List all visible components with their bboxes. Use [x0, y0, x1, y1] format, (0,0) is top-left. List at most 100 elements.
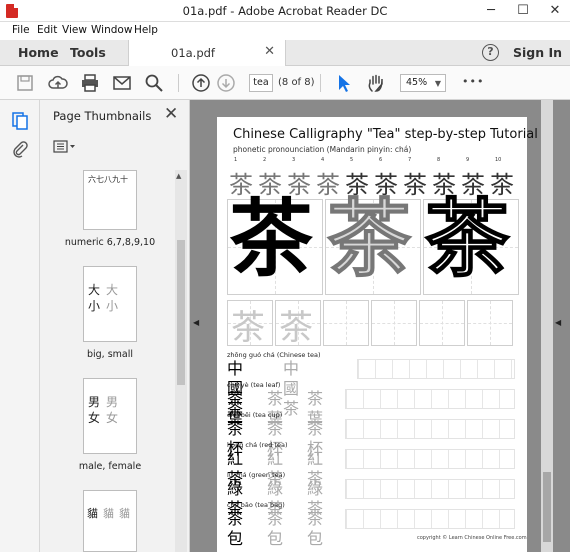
- tab-document[interactable]: 01a.pdf ✕: [128, 40, 286, 66]
- zoom-value: 45%: [406, 77, 428, 88]
- stroke-number: 4: [321, 157, 325, 163]
- page-count: (8 of 8): [278, 77, 315, 88]
- thumbnail-char: 小: [88, 299, 101, 313]
- pdf-subtitle: phonetic pronounciation (Mandarin pinyin…: [233, 145, 412, 154]
- stroke-number: 2: [263, 157, 267, 163]
- sign-in-button[interactable]: Sign In: [513, 45, 562, 60]
- scrollbar-thumb[interactable]: [177, 240, 185, 385]
- search-icon[interactable]: [144, 73, 164, 93]
- vocab-pinyin: chá yè (tea leaf): [227, 381, 281, 389]
- hand-tool-icon[interactable]: [366, 73, 386, 93]
- document-tab-label: 01a.pdf: [171, 46, 215, 60]
- practice-row: [345, 389, 515, 409]
- copyright-text: copyright © Learn Chinese Online Free.co…: [417, 535, 527, 541]
- vocab-word-trace: 中國茶: [283, 359, 300, 418]
- practice-row: [345, 419, 515, 439]
- tab-tools[interactable]: Tools: [70, 45, 106, 60]
- thumbnail-label: numeric 6,7,8,9,10: [64, 237, 156, 248]
- stroke-number: 1: [234, 157, 238, 163]
- practice-row: [345, 479, 515, 499]
- previous-page-icon[interactable]: [191, 73, 211, 93]
- print-icon[interactable]: [80, 73, 100, 93]
- document-scrollbar[interactable]: [541, 100, 553, 552]
- stroke-number: 5: [350, 157, 354, 163]
- next-page-icon[interactable]: [216, 73, 236, 93]
- thumbnail-char: 貓: [87, 507, 98, 520]
- thumbnail-char: 男: [88, 395, 101, 409]
- practice-row: [345, 449, 515, 469]
- trace-character: 茶: [231, 308, 265, 348]
- stroke-number: 9: [466, 157, 470, 163]
- close-window-button[interactable]: ✕: [544, 2, 566, 20]
- thumbnail-options-icon[interactable]: [53, 140, 77, 154]
- thumbnail-char: 大: [88, 283, 101, 297]
- stroke-number: 10: [495, 157, 502, 163]
- panel-title: Page Thumbnails: [53, 109, 152, 123]
- page-thumbnail[interactable]: 貓 貓 貓: [83, 490, 137, 552]
- page-thumbnail[interactable]: 男 女 男 女: [83, 378, 137, 454]
- find-text-input[interactable]: tea: [249, 74, 273, 92]
- thumbnail-char: 小: [106, 299, 119, 313]
- large-character-gray: 茶: [326, 189, 412, 288]
- large-character-outline: 茶: [424, 189, 510, 288]
- practice-row: [357, 359, 515, 379]
- pdf-page: Chinese Calligraphy "Tea" step-by-step T…: [217, 117, 538, 552]
- page-thumbnail[interactable]: 六七八九十: [83, 170, 137, 230]
- stroke-number: 3: [292, 157, 296, 163]
- practice-grid-cell: [371, 300, 417, 346]
- vocab-pinyin: chá bēi (tea cup): [227, 411, 283, 419]
- practice-row: [345, 509, 515, 529]
- pdf-title: Chinese Calligraphy "Tea" step-by-step T…: [233, 127, 538, 142]
- practice-grid-cell: [419, 300, 465, 346]
- page-thumbnails-panel: Page Thumbnails ✕ 六七八九十 numeric 6,7,8,9,…: [40, 100, 190, 552]
- stroke-number: 6: [379, 157, 383, 163]
- menu-file[interactable]: File: [12, 24, 30, 36]
- scroll-up-icon[interactable]: ▲: [176, 172, 181, 180]
- thumbnail-char: 貓: [119, 507, 130, 520]
- minimize-button[interactable]: ─: [480, 2, 502, 20]
- thumbnail-char: 女: [88, 411, 101, 425]
- large-character-solid: 茶: [229, 189, 314, 288]
- thumbnail-label: big, small: [86, 349, 134, 360]
- more-tools-icon[interactable]: •••: [462, 75, 484, 88]
- zoom-select[interactable]: 45% ▼: [400, 74, 446, 92]
- vocab-pinyin: hóng chá (red tea): [227, 441, 288, 449]
- collapse-left-panel-icon[interactable]: ◀: [193, 318, 199, 327]
- thumbnail-char: 大: [106, 283, 119, 297]
- vocab-word-trace: 茶包: [267, 509, 284, 548]
- vocab-word-trace: 茶包: [307, 509, 324, 548]
- scrollbar-thumb[interactable]: [543, 472, 551, 542]
- menu-bar: File Edit View Window Help: [0, 22, 570, 40]
- practice-grid-cell: [467, 300, 513, 346]
- toolbar-divider: [320, 74, 321, 92]
- stroke-number: 7: [408, 157, 412, 163]
- tab-bar: Home Tools 01a.pdf ✕ ? Sign In: [0, 40, 570, 66]
- vocab-pinyin: lǜ chá (green tea): [227, 471, 286, 479]
- left-navigation-rail: [0, 100, 40, 552]
- thumbnail-label: male, female: [78, 461, 142, 472]
- email-icon[interactable]: [112, 73, 132, 93]
- chevron-down-icon: ▼: [434, 79, 441, 88]
- vocab-pinyin: zhōng guó chá (Chinese tea): [227, 351, 321, 359]
- close-panel-icon[interactable]: ✕: [164, 104, 178, 124]
- help-icon[interactable]: ?: [482, 44, 499, 61]
- cloud-upload-icon[interactable]: [48, 73, 68, 93]
- tab-home[interactable]: Home: [18, 45, 59, 60]
- menu-edit[interactable]: Edit: [37, 24, 57, 36]
- stroke-number: 8: [437, 157, 441, 163]
- select-cursor-icon[interactable]: [334, 73, 354, 93]
- menu-window[interactable]: Window: [91, 24, 132, 36]
- maximize-button[interactable]: ☐: [512, 2, 534, 20]
- attachment-icon[interactable]: [12, 140, 28, 158]
- page-thumbnails-icon[interactable]: [12, 112, 28, 130]
- save-icon[interactable]: [15, 73, 35, 93]
- close-tab-icon[interactable]: ✕: [264, 44, 275, 59]
- menu-view[interactable]: View: [62, 24, 87, 36]
- expand-right-panel-icon[interactable]: ◀: [555, 318, 561, 327]
- menu-help[interactable]: Help: [134, 24, 158, 36]
- trace-character: 茶: [279, 308, 313, 348]
- thumbnail-scrollbar[interactable]: ▲: [175, 170, 187, 552]
- toolbar-divider: [178, 74, 179, 92]
- page-thumbnail[interactable]: 大 小 大 小: [83, 266, 137, 342]
- title-bar: 01a.pdf - Adobe Acrobat Reader DC ─ ☐ ✕: [0, 0, 570, 22]
